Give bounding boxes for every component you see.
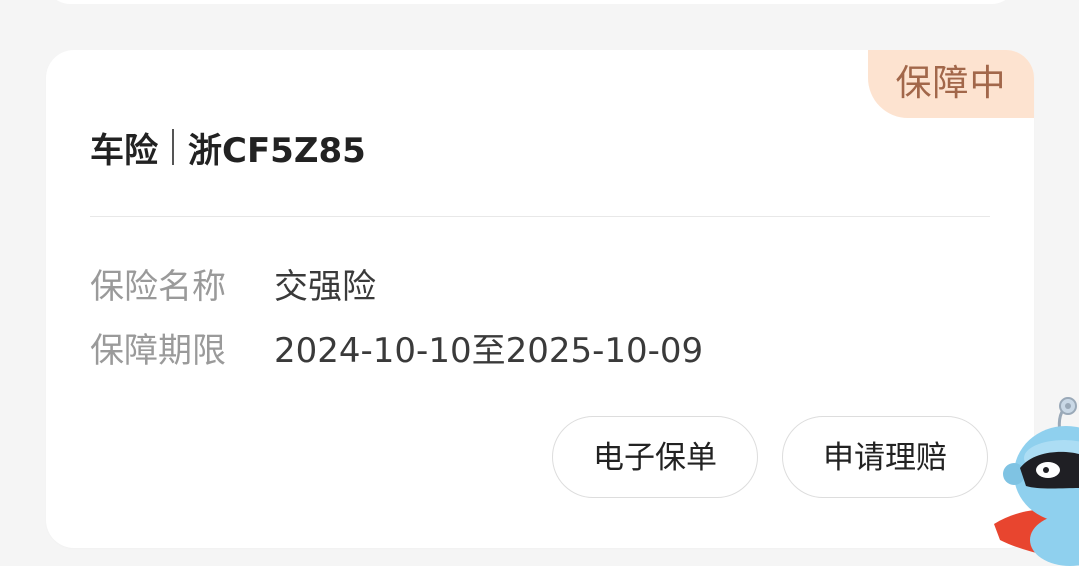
status-badge: 保障中 bbox=[868, 50, 1034, 118]
robot-mascot-icon[interactable] bbox=[990, 390, 1079, 566]
coverage-period-row: 保障期限 2024-10-10至2025-10-09 bbox=[90, 322, 703, 372]
insurance-name-row: 保险名称 交强险 bbox=[90, 258, 376, 308]
coverage-period-value: 2024-10-10至2025-10-09 bbox=[274, 330, 704, 371]
insurance-name-label: 保险名称 bbox=[90, 266, 226, 307]
insurance-category: 车险 bbox=[90, 130, 158, 171]
previous-card-edge bbox=[46, 0, 1016, 4]
card-divider bbox=[90, 216, 990, 217]
card-title: 车险 浙CF5Z85 bbox=[90, 122, 366, 172]
license-plate: 浙CF5Z85 bbox=[188, 130, 366, 171]
title-separator bbox=[172, 129, 174, 165]
coverage-period-label: 保障期限 bbox=[90, 330, 226, 371]
insurance-card[interactable]: 保障中 车险 浙CF5Z85 保险名称 交强险 保障期限 2024-10-10至… bbox=[46, 50, 1034, 548]
e-policy-button[interactable]: 电子保单 bbox=[552, 416, 758, 498]
apply-claim-button[interactable]: 申请理赔 bbox=[782, 416, 988, 498]
insurance-name-value: 交强险 bbox=[274, 266, 376, 307]
